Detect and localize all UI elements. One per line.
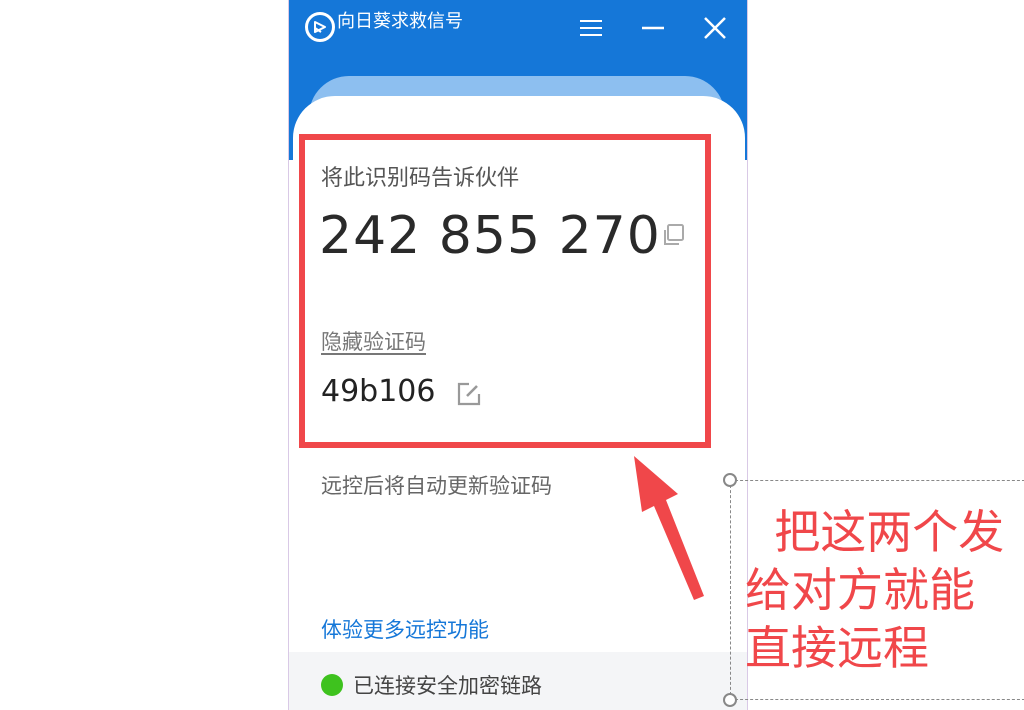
status-bar: 已连接安全加密链路 — [289, 652, 747, 710]
app-window: 向日葵求救信号 将此识别码告诉伙伴 242 855 270 隐藏验证码 49b1… — [288, 0, 748, 710]
status-text: 已连接安全加密链路 — [353, 674, 542, 698]
edit-icon[interactable] — [455, 380, 483, 408]
identity-code-label: 将此识别码告诉伙伴 — [321, 166, 520, 191]
close-icon — [704, 17, 726, 39]
hide-verification-code-link[interactable]: 隐藏验证码 — [321, 326, 426, 356]
menu-icon — [580, 20, 602, 36]
annotation-note: 把这两个发 给对方就能 直接远程 — [745, 505, 1005, 675]
menu-button[interactable] — [573, 10, 609, 46]
app-title: 向日葵求救信号 — [337, 11, 463, 32]
copy-icon[interactable] — [659, 222, 687, 250]
resize-handle-top-left[interactable] — [723, 473, 737, 487]
app-logo-icon — [305, 12, 335, 42]
auto-update-note: 远控后将自动更新验证码 — [321, 474, 552, 498]
minimize-icon — [642, 26, 664, 30]
status-indicator-icon — [321, 674, 343, 696]
verification-code-value: 49b106 — [321, 374, 436, 409]
close-button[interactable] — [697, 10, 733, 46]
annotation-textbox[interactable]: 把这两个发 给对方就能 直接远程 — [723, 473, 1024, 707]
resize-handle-bottom-left[interactable] — [723, 693, 737, 707]
more-features-link[interactable]: 体验更多远控功能 — [321, 614, 489, 644]
annotation-arrow-icon — [634, 456, 704, 600]
minimize-button[interactable] — [635, 10, 671, 46]
identity-code-value: 242 855 270 — [319, 206, 661, 266]
